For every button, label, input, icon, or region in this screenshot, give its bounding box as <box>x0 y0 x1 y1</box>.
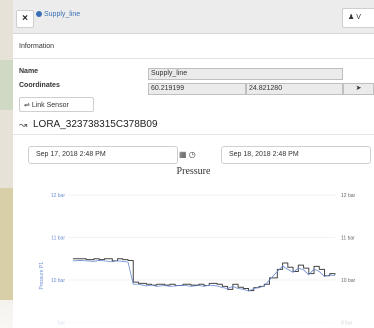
calendar-icon[interactable]: ▦ <box>179 150 187 159</box>
chart-line-icon: ↝ <box>19 120 28 131</box>
y-tick-label-right: 11 bar <box>341 236 355 242</box>
information-title: Information <box>19 43 55 50</box>
panel-titlebar: × Supply_line ♟ V <box>13 0 374 34</box>
series-line <box>73 258 336 292</box>
location-arrow-icon: ➤ <box>355 85 362 92</box>
coordinates-label: Coordinates <box>19 82 60 89</box>
y-tick-label-right: 10 bar <box>341 278 356 284</box>
user-icon: ♟ <box>348 14 355 21</box>
sensor-title: LORA_323738315C378B09 <box>33 119 158 130</box>
clock-icon[interactable]: ◷ <box>189 150 196 159</box>
name-field[interactable]: Supply_line <box>148 68 343 80</box>
map-area <box>0 188 13 300</box>
link-icon: ⇌ <box>24 102 30 109</box>
start-date-input[interactable]: Sep 17, 2018 2:48 PM <box>28 146 178 164</box>
pressure-chart: 12 bar 12 bar 11 bar 11 bar 10 bar 10 bar bar 9… <box>39 193 356 327</box>
chart-title: Pressure <box>176 166 211 177</box>
view-button[interactable]: ♟ V <box>342 8 374 28</box>
map-area <box>0 60 13 110</box>
tab-label: Supply_line <box>44 11 81 18</box>
view-button-label: V <box>356 14 361 21</box>
sensor-header: ↝ LORA_323738315C378B09 <box>13 118 374 135</box>
start-date-controls: ▦ ◷ <box>179 146 196 164</box>
y-tick-label-left: 12 bar <box>51 193 66 199</box>
close-button[interactable]: × <box>16 10 34 28</box>
name-label: Name <box>19 68 39 75</box>
pipe-icon <box>36 11 42 17</box>
y-tick-label-left: bar <box>58 321 66 327</box>
link-sensor-button[interactable]: ⇌ Link Sensor <box>19 97 94 112</box>
sensor-panel: × Supply_line ♟ V Information Name Suppl… <box>13 0 374 328</box>
series-line <box>72 260 336 292</box>
locate-button[interactable]: ➤ <box>343 83 374 95</box>
link-sensor-label: Link Sensor <box>31 102 69 109</box>
longitude-field[interactable]: 24.821280 <box>246 83 343 95</box>
end-date-input[interactable]: Sep 18, 2018 2:48 PM <box>221 146 371 164</box>
information-header: Information <box>13 36 374 59</box>
y-tick-label-left: 10 bar <box>51 278 66 284</box>
y-tick-label-left: 11 bar <box>51 236 65 242</box>
tab-supply-line[interactable]: Supply_line <box>36 10 80 20</box>
latitude-field[interactable]: 60.219199 <box>148 83 246 95</box>
y-axis-label: Pressure P1 <box>39 262 45 290</box>
map-background <box>0 0 13 328</box>
y-tick-label-right: 12 bar <box>341 193 356 199</box>
y-tick-label-right: 9 bar <box>341 321 353 327</box>
